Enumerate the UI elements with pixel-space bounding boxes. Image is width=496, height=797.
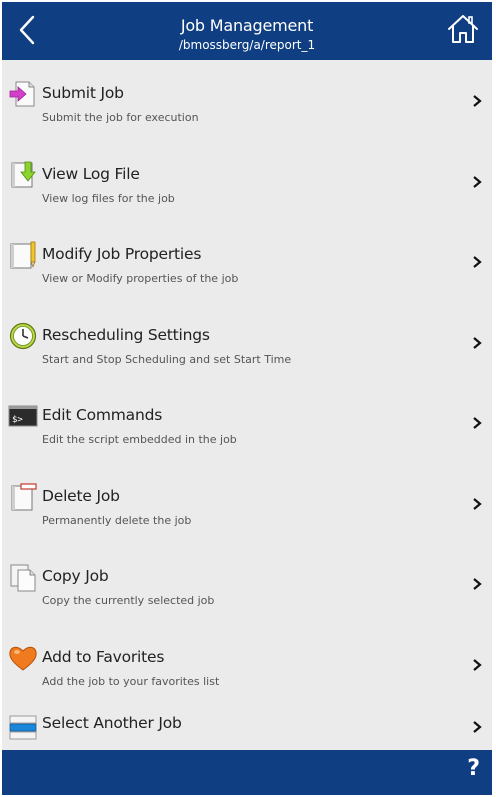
help-button[interactable]: ? bbox=[467, 756, 480, 781]
menu-item-copy-job[interactable]: Copy Job Copy the currently selected job bbox=[2, 543, 492, 624]
menu-item-label: Add to Favorites bbox=[42, 647, 165, 666]
chevron-right-icon bbox=[473, 658, 482, 671]
menu-list: Submit Job Submit the job for execution … bbox=[2, 60, 492, 754]
menu-item-submit-job[interactable]: Submit Job Submit the job for execution bbox=[2, 60, 492, 141]
menu-item-select-another-job[interactable]: Select Another Job bbox=[2, 704, 492, 754]
download-log-icon bbox=[11, 161, 36, 187]
chevron-right-icon bbox=[473, 497, 482, 510]
home-icon[interactable] bbox=[446, 12, 480, 46]
submit-arrow-icon bbox=[9, 81, 35, 107]
chevron-right-icon bbox=[473, 721, 482, 733]
footer-bar: ? bbox=[2, 750, 492, 795]
job-list-icon bbox=[9, 715, 37, 740]
header-bar: Job Management /bmossberg/a/report_1 bbox=[2, 2, 492, 60]
menu-item-edit-commands[interactable]: $> Edit Commands Edit the script embedde… bbox=[2, 382, 492, 463]
edit-properties-icon bbox=[10, 241, 36, 269]
svg-text:$>: $> bbox=[12, 415, 23, 425]
heart-icon bbox=[9, 646, 37, 671]
chevron-right-icon bbox=[473, 417, 482, 429]
menu-item-label: Edit Commands bbox=[42, 406, 163, 424]
menu-item-label: Submit Job bbox=[42, 84, 124, 102]
job-path: /bmossberg/a/report_1 bbox=[178, 38, 316, 52]
app-frame: Job Management /bmossberg/a/report_1 Sub… bbox=[2, 2, 492, 795]
menu-item-label: Modify Job Properties bbox=[42, 245, 202, 263]
terminal-icon: $> bbox=[8, 405, 38, 427]
delete-document-icon bbox=[11, 482, 37, 510]
menu-item-add-to-favorites[interactable]: Add to Favorites Add the job to your fav… bbox=[2, 624, 492, 705]
chevron-right-icon bbox=[473, 175, 482, 188]
menu-item-view-log-file[interactable]: View Log File View log files for the job bbox=[2, 141, 492, 222]
page-title: Job Management bbox=[180, 16, 314, 35]
menu-item-description: View or Modify properties of the job bbox=[42, 272, 239, 285]
menu-item-label: Copy Job bbox=[42, 567, 109, 585]
clock-icon bbox=[9, 322, 37, 349]
menu-item-rescheduling-settings[interactable]: Rescheduling Settings Start and Stop Sch… bbox=[2, 302, 492, 383]
menu-item-label: Delete Job bbox=[42, 486, 120, 505]
menu-item-description: View log files for the job bbox=[42, 191, 175, 205]
chevron-right-icon bbox=[473, 95, 482, 107]
menu-item-description: Permanently delete the job bbox=[42, 513, 192, 527]
menu-item-label: View Log File bbox=[42, 164, 140, 183]
menu-item-description: Add the job to your favorites list bbox=[42, 674, 220, 688]
menu-item-description: Edit the script embedded in the job bbox=[42, 433, 237, 446]
menu-item-modify-job-properties[interactable]: Modify Job Properties View or Modify pro… bbox=[2, 221, 492, 302]
menu-item-description: Start and Stop Scheduling and set Start … bbox=[42, 352, 292, 366]
chevron-right-icon bbox=[473, 578, 482, 590]
menu-item-delete-job[interactable]: Delete Job Permanently delete the job bbox=[2, 463, 492, 544]
copy-documents-icon bbox=[10, 564, 36, 592]
menu-item-label: Select Another Job bbox=[42, 714, 182, 732]
chevron-right-icon bbox=[473, 256, 482, 268]
chevron-right-icon bbox=[473, 336, 482, 349]
menu-item-description: Submit the job for execution bbox=[42, 111, 199, 124]
menu-item-description: Copy the currently selected job bbox=[42, 594, 215, 607]
menu-item-label: Rescheduling Settings bbox=[42, 325, 210, 344]
